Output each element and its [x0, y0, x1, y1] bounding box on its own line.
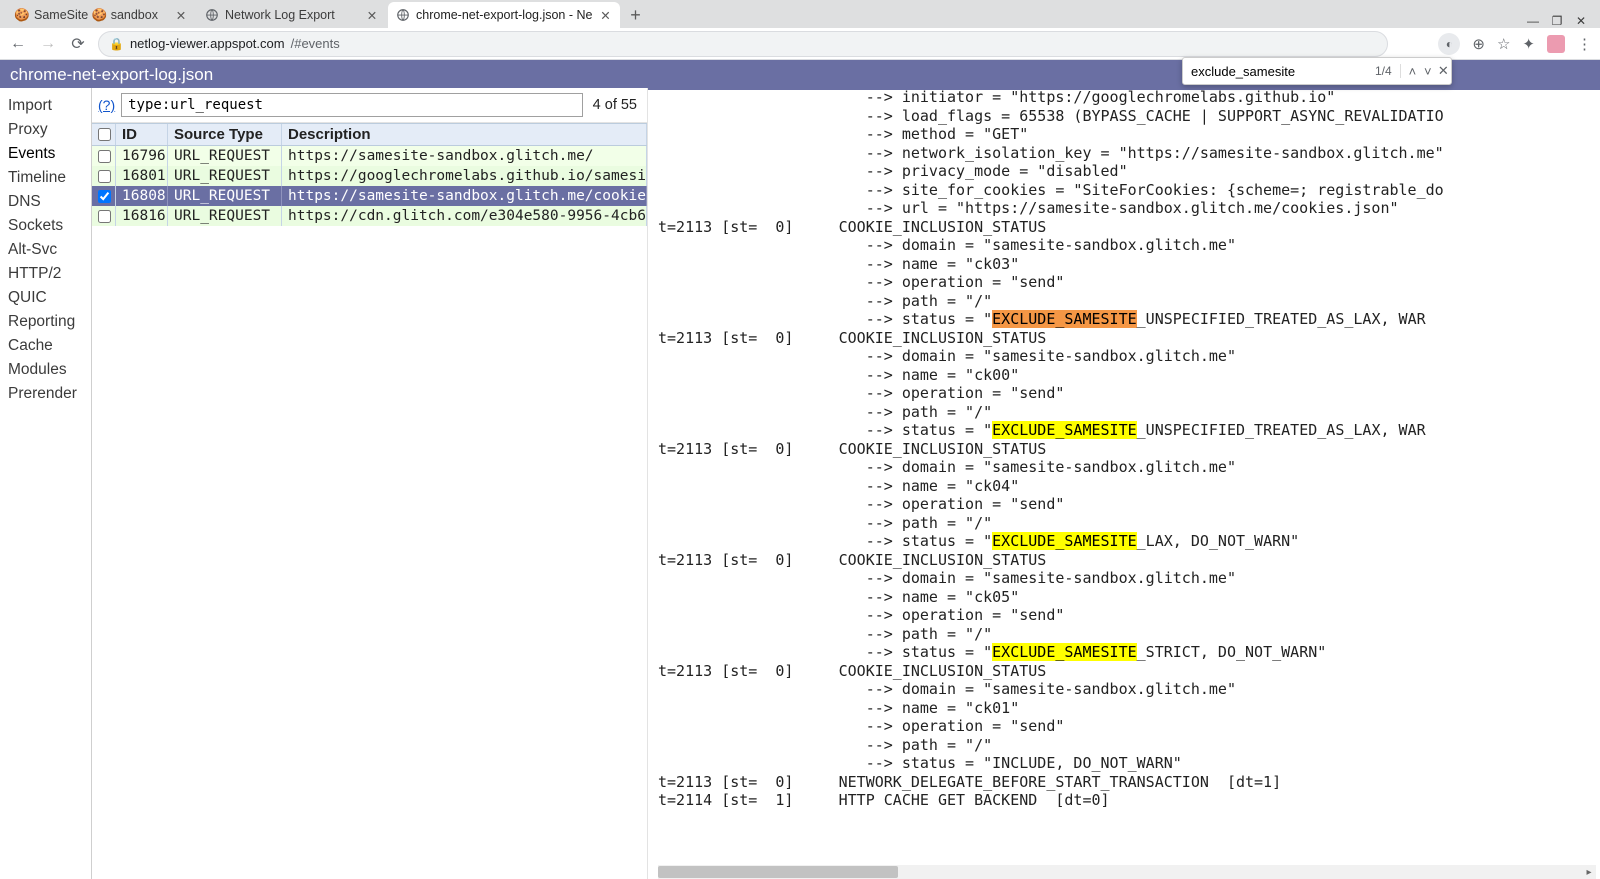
sidebar-item-dns[interactable]: DNS — [0, 190, 91, 214]
browser-tab-strip: 🍪 SameSite 🍪 sandbox ✕ Network Log Expor… — [0, 0, 1600, 28]
lock-icon: 🔒 — [109, 37, 124, 51]
filter-row: (?) 4 of 55 — [92, 88, 647, 123]
cell-type: URL_REQUEST — [168, 206, 282, 226]
sidebar-item-sockets[interactable]: Sockets — [0, 214, 91, 238]
browser-tab[interactable]: 🍪 SameSite 🍪 sandbox ✕ — [6, 2, 196, 28]
extension-button[interactable] — [1547, 35, 1565, 53]
cell-desc: https://googlechromelabs.github.io/sames… — [282, 166, 647, 186]
event-detail-panel: --> initiator = "https://googlechromelab… — [648, 88, 1600, 879]
menu-icon[interactable]: ⋮ — [1577, 35, 1592, 53]
cell-id: 16796 — [116, 146, 168, 166]
col-header-type[interactable]: Source Type — [168, 124, 282, 145]
table-row[interactable]: 16808URL_REQUESThttps://samesite-sandbox… — [92, 186, 647, 206]
browser-tab[interactable]: Network Log Export ✕ — [197, 2, 387, 28]
cell-desc: https://samesite-sandbox.glitch.me/cooki… — [282, 186, 647, 206]
events-panel: (?) 4 of 55 ID Source Type Description 1… — [92, 88, 648, 879]
sidebar-item-http2[interactable]: HTTP/2 — [0, 262, 91, 286]
sidebar-item-proxy[interactable]: Proxy — [0, 118, 91, 142]
find-in-page-bar: 1/4 ˄ ˅ ✕ — [1182, 57, 1452, 85]
url-path: /#events — [291, 36, 340, 51]
scroll-right-arrow[interactable]: ▸ — [1582, 865, 1596, 879]
favicon-cookie-icon: 🍪 — [14, 8, 28, 22]
favicon-globe-icon — [205, 8, 219, 22]
find-close-button[interactable]: ✕ — [1436, 63, 1451, 79]
events-table: ID Source Type Description 16796URL_REQU… — [92, 123, 647, 226]
sidebar: ImportProxyEventsTimelineDNSSocketsAlt-S… — [0, 88, 92, 879]
find-input[interactable] — [1183, 64, 1375, 79]
forward-button[interactable]: → — [38, 35, 58, 53]
close-icon[interactable]: ✕ — [174, 8, 188, 23]
table-row[interactable]: 16796URL_REQUESThttps://samesite-sandbox… — [92, 146, 647, 166]
cell-type: URL_REQUEST — [168, 186, 282, 206]
extensions-icon[interactable]: ✦ — [1522, 35, 1535, 53]
cell-type: URL_REQUEST — [168, 166, 282, 186]
col-header-desc[interactable]: Description — [282, 124, 647, 145]
page-title: chrome-net-export-log.json — [10, 65, 213, 85]
sidebar-item-altsvc[interactable]: Alt-Svc — [0, 238, 91, 262]
sidebar-item-timeline[interactable]: Timeline — [0, 166, 91, 190]
close-icon[interactable]: ✕ — [598, 8, 612, 23]
sidebar-item-import[interactable]: Import — [0, 94, 91, 118]
col-header-id[interactable]: ID — [116, 124, 168, 145]
sidebar-item-events[interactable]: Events — [0, 142, 91, 166]
url-host: netlog-viewer.appspot.com — [130, 36, 285, 51]
sidebar-item-reporting[interactable]: Reporting — [0, 310, 91, 334]
scrollbar-thumb[interactable] — [658, 866, 898, 878]
sidebar-item-cache[interactable]: Cache — [0, 334, 91, 358]
select-all-checkbox[interactable] — [92, 124, 116, 145]
tab-title: SameSite 🍪 sandbox — [34, 8, 168, 23]
find-next-button[interactable]: ˅ — [1420, 64, 1435, 79]
cell-id: 16801 — [116, 166, 168, 186]
favicon-globe-icon — [396, 8, 410, 22]
close-icon[interactable]: ✕ — [365, 8, 379, 23]
row-checkbox[interactable] — [92, 186, 116, 206]
sidebar-item-modules[interactable]: Modules — [0, 358, 91, 382]
browser-tab[interactable]: chrome-net-export-log.json - Ne ✕ — [388, 2, 620, 28]
back-button[interactable]: ← — [8, 35, 28, 53]
close-window-button[interactable]: ✕ — [1574, 14, 1588, 28]
maximize-button[interactable]: ❐ — [1550, 14, 1564, 28]
row-checkbox[interactable] — [92, 146, 116, 166]
filter-input[interactable] — [121, 93, 583, 117]
row-checkbox[interactable] — [92, 206, 116, 226]
row-checkbox[interactable] — [92, 166, 116, 186]
cell-desc: https://cdn.glitch.com/e304e580-9956-4cb… — [282, 206, 647, 226]
table-row[interactable]: 16816URL_REQUESThttps://cdn.glitch.com/e… — [92, 206, 647, 226]
filter-help-link[interactable]: (?) — [98, 97, 115, 113]
cell-id: 16816 — [116, 206, 168, 226]
table-row[interactable]: 16801URL_REQUESThttps://googlechromelabs… — [92, 166, 647, 186]
log-content[interactable]: --> initiator = "https://googlechromelab… — [658, 88, 1600, 810]
window-controls: — ❐ ✕ — [1520, 14, 1594, 28]
tab-title: chrome-net-export-log.json - Ne — [416, 8, 592, 22]
find-count: 1/4 — [1375, 64, 1401, 78]
zoom-icon[interactable]: ⊕ — [1472, 35, 1485, 53]
cell-id: 16808 — [116, 186, 168, 206]
new-tab-button[interactable]: + — [621, 2, 649, 28]
cell-type: URL_REQUEST — [168, 146, 282, 166]
cell-desc: https://samesite-sandbox.glitch.me/ — [282, 146, 647, 166]
address-bar[interactable]: 🔒 netlog-viewer.appspot.com /#events — [98, 31, 1388, 57]
horizontal-scrollbar[interactable]: ▸ — [658, 865, 1596, 879]
find-prev-button[interactable]: ˄ — [1405, 64, 1420, 79]
filter-count: 4 of 55 — [589, 97, 641, 113]
sidebar-item-prerender[interactable]: Prerender — [0, 382, 91, 406]
reload-button[interactable]: ⟳ — [68, 34, 88, 54]
table-header-row: ID Source Type Description — [92, 123, 647, 146]
tab-title: Network Log Export — [225, 8, 359, 22]
minimize-button[interactable]: — — [1526, 14, 1540, 28]
sidebar-item-quic[interactable]: QUIC — [0, 286, 91, 310]
permissions-icon[interactable]: ◐ — [1438, 33, 1460, 55]
browser-nav-bar: ← → ⟳ 🔒 netlog-viewer.appspot.com /#event… — [0, 28, 1600, 60]
star-icon[interactable]: ☆ — [1497, 35, 1510, 53]
